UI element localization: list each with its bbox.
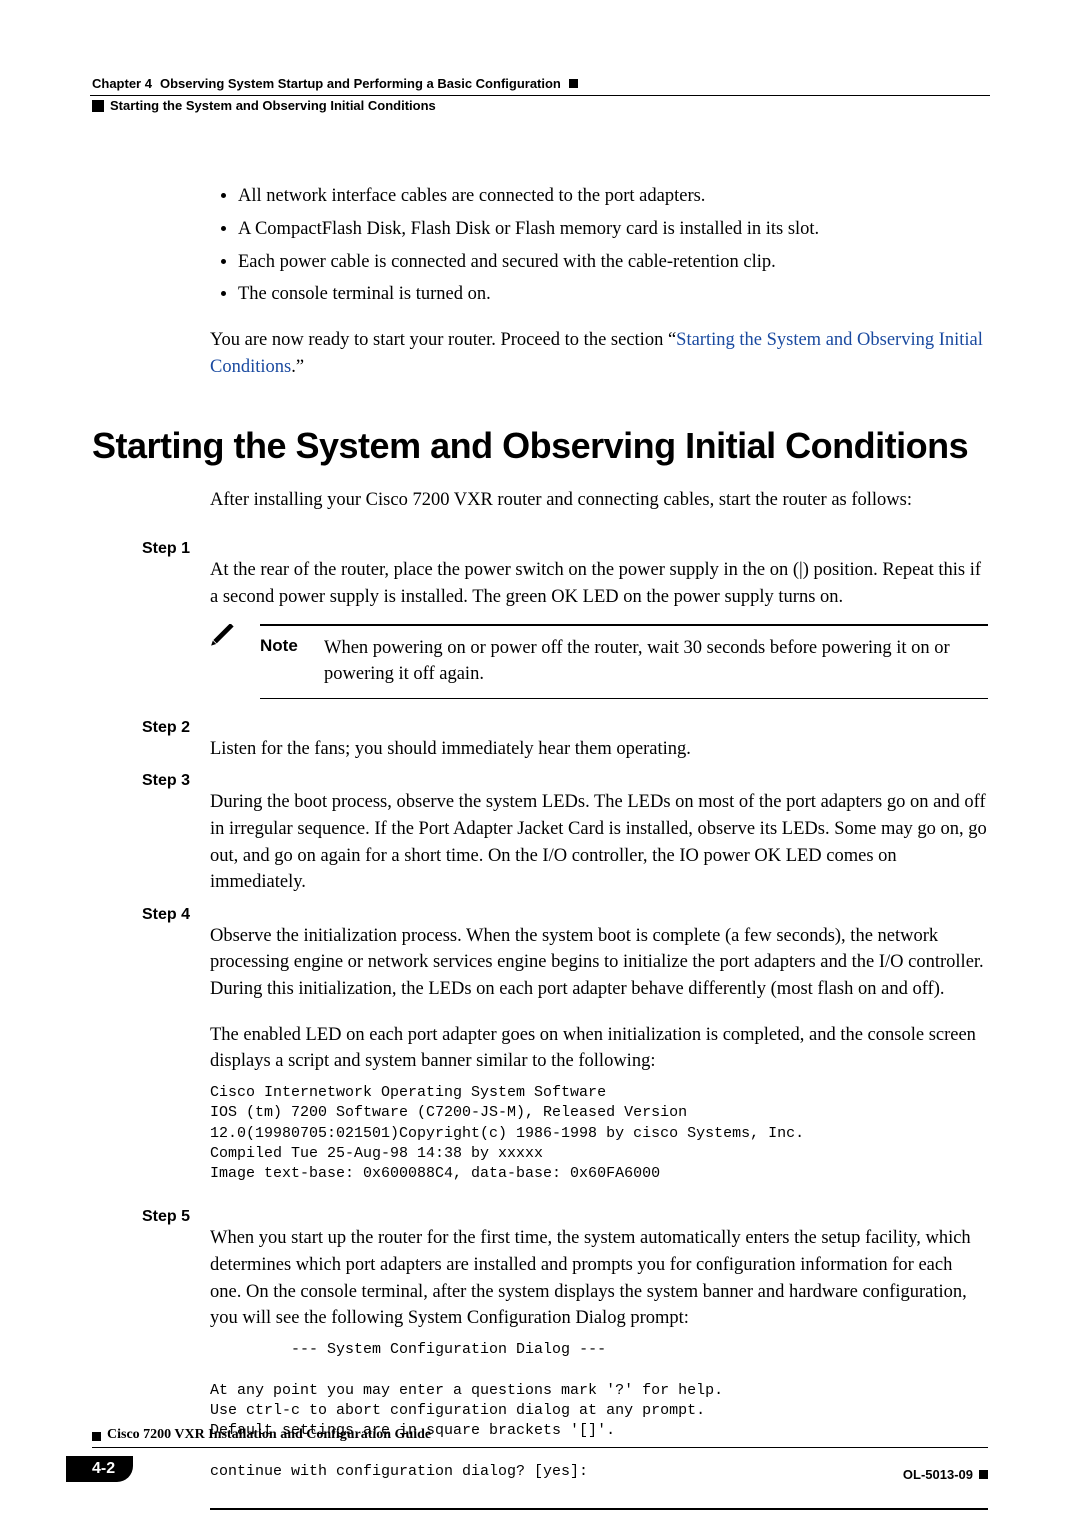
header-marker-icon bbox=[569, 79, 578, 88]
step-label: Step 3 bbox=[92, 770, 190, 896]
page-header: Chapter 4 Observing System Startup and P… bbox=[92, 76, 988, 91]
lead-tail: .” bbox=[291, 357, 304, 377]
header-rule bbox=[90, 95, 990, 96]
step-3-text: During the boot process, observe the sys… bbox=[210, 789, 988, 896]
lead-text: You are now ready to start your router. … bbox=[210, 330, 676, 350]
step-4-text-1: Observe the initialization process. When… bbox=[210, 923, 988, 1003]
header-bullet-icon bbox=[92, 100, 104, 112]
note-rule-top bbox=[260, 624, 988, 626]
step-label: Step 2 bbox=[92, 717, 190, 762]
chapter-label: Chapter 4 bbox=[92, 76, 152, 91]
footer-end-marker-icon bbox=[979, 1470, 988, 1479]
document-number: OL-5013-09 bbox=[903, 1467, 988, 1482]
footer-rule bbox=[92, 1447, 988, 1448]
footer-guide-title: Cisco 7200 VXR Installation and Configur… bbox=[107, 1427, 431, 1445]
page-footer: Cisco 7200 VXR Installation and Configur… bbox=[92, 1427, 988, 1482]
list-item: A CompactFlash Disk, Flash Disk or Flash… bbox=[238, 216, 988, 243]
lead-paragraph: You are now ready to start your router. … bbox=[210, 327, 988, 381]
footer-marker-icon bbox=[92, 1432, 101, 1441]
step-2-text: Listen for the fans; you should immediat… bbox=[210, 736, 988, 763]
end-rule bbox=[210, 1508, 988, 1510]
note-rule-bottom bbox=[260, 698, 988, 699]
note-label: Note bbox=[260, 636, 304, 688]
note-text: When powering on or power off the router… bbox=[324, 636, 988, 688]
step-4-code: Cisco Internetwork Operating System Soft… bbox=[210, 1083, 988, 1184]
step-3: Step 3 During the boot process, observe … bbox=[92, 770, 988, 896]
step-4-text-2: The enabled LED on each port adapter goe… bbox=[210, 1022, 988, 1076]
page-number: 4-2 bbox=[66, 1456, 133, 1482]
list-item: All network interface cables are connect… bbox=[238, 183, 988, 210]
chapter-title: Observing System Startup and Performing … bbox=[160, 76, 561, 91]
prerequisite-block: All network interface cables are connect… bbox=[210, 183, 988, 380]
list-item: Each power cable is connected and secure… bbox=[238, 249, 988, 276]
running-section-title: Starting the System and Observing Initia… bbox=[110, 98, 436, 113]
prerequisite-list: All network interface cables are connect… bbox=[210, 183, 988, 308]
step-1: Step 1 At the rear of the router, place … bbox=[92, 538, 988, 610]
doc-number-text: OL-5013-09 bbox=[903, 1467, 973, 1482]
step-2: Step 2 Listen for the fans; you should i… bbox=[92, 717, 988, 762]
list-item: The console terminal is turned on. bbox=[238, 281, 988, 308]
step-4: Step 4 Observe the initialization proces… bbox=[92, 904, 988, 1198]
chapter-reference: Chapter 4 Observing System Startup and P… bbox=[92, 76, 578, 91]
section-heading: Starting the System and Observing Initia… bbox=[92, 425, 988, 467]
step-label: Step 1 bbox=[92, 538, 190, 610]
section-reference: Starting the System and Observing Initia… bbox=[92, 98, 436, 113]
note-pencil-icon bbox=[210, 624, 246, 699]
step-1-text: At the rear of the router, place the pow… bbox=[210, 557, 988, 611]
note-block: Note When powering on or power off the r… bbox=[210, 624, 988, 699]
step-label: Step 4 bbox=[92, 904, 190, 1198]
section-intro: After installing your Cisco 7200 VXR rou… bbox=[210, 487, 988, 514]
step-5-text: When you start up the router for the fir… bbox=[210, 1225, 988, 1332]
